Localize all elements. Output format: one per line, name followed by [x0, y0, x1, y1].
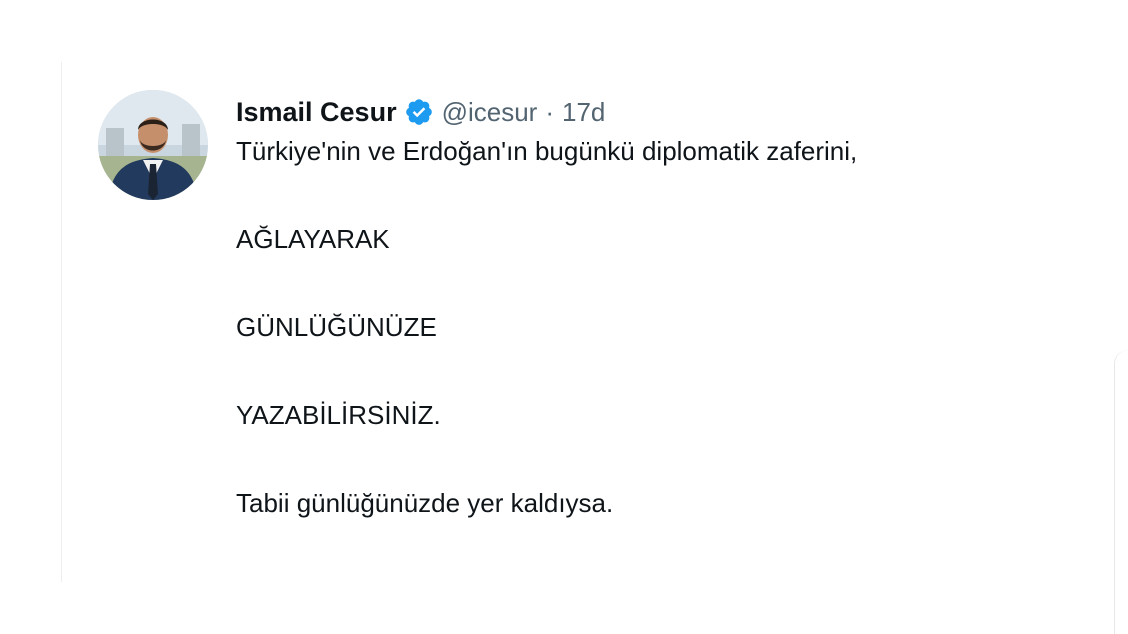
verified-badge-icon[interactable] — [404, 97, 434, 127]
author-handle[interactable]: @icesur — [442, 97, 538, 128]
tweet-text-line: Türkiye'nin ve Erdoğan'ın bugünkü diplom… — [236, 136, 858, 166]
meta-separator: · — [545, 96, 554, 127]
tweet-content: Ismail Cesur @icesur · 17d Türkiye'nin v… — [236, 90, 1096, 519]
tweet-text-line: Tabii günlüğünüzde yer kaldıysa. — [236, 488, 614, 518]
author-avatar[interactable] — [98, 90, 208, 200]
tweet-text-line: AĞLAYARAK — [236, 224, 390, 254]
tweet-timestamp[interactable]: 17d — [562, 97, 605, 128]
author-name[interactable]: Ismail Cesur — [236, 97, 397, 128]
adjacent-card-edge — [1114, 350, 1128, 634]
tweet-text-line: GÜNLÜĞÜNÜZE — [236, 312, 437, 342]
tweet-text-line: YAZABİLİRSİNİZ. — [236, 400, 441, 430]
timeline-divider — [61, 62, 62, 582]
avatar-icon — [98, 90, 208, 200]
tweet-header: Ismail Cesur @icesur · 17d — [236, 90, 1096, 134]
